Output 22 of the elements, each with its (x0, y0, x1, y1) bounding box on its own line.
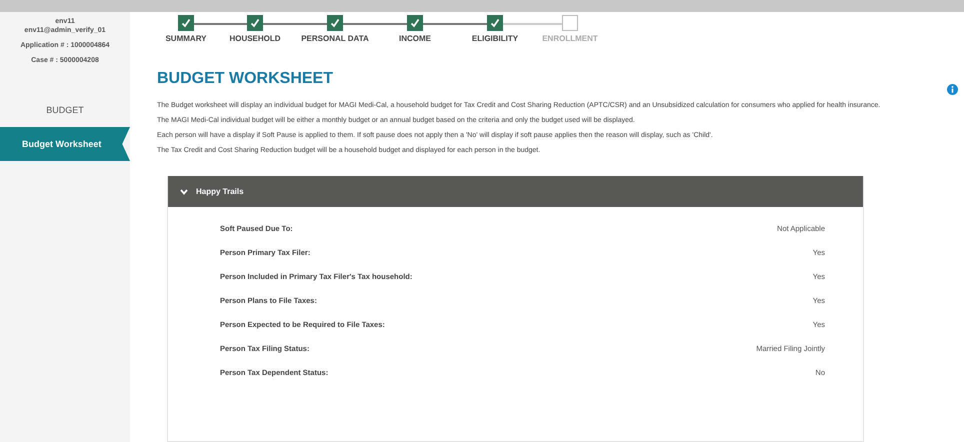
step-label: PERSONAL DATA (301, 34, 369, 43)
checked-step-box[interactable] (327, 15, 343, 31)
nav-item[interactable]: BUDGET (0, 93, 130, 127)
check-icon (490, 18, 500, 28)
step-label: ENROLLMENT (542, 34, 598, 43)
step-label: SUMMARY (165, 34, 207, 43)
step-label: ELIGIBILITY (472, 34, 518, 43)
checked-step-box[interactable] (407, 15, 423, 31)
panel-title: Happy Trails (196, 187, 244, 196)
checked-step-box[interactable] (487, 15, 503, 31)
checked-step-box[interactable] (247, 15, 263, 31)
step-label: INCOME (399, 34, 431, 43)
step-label: HOUSEHOLD (229, 34, 281, 43)
check-icon (410, 18, 420, 28)
checked-step-box[interactable] (178, 15, 194, 31)
check-icon (181, 18, 191, 28)
check-icon (250, 18, 260, 28)
info-icon[interactable] (947, 84, 958, 95)
nav-item[interactable]: Budget Worksheet (0, 127, 130, 161)
panel-header[interactable]: Happy Trails (168, 176, 863, 207)
page-title: BUDGET WORKSHEET (157, 70, 334, 88)
check-icon (330, 18, 340, 28)
